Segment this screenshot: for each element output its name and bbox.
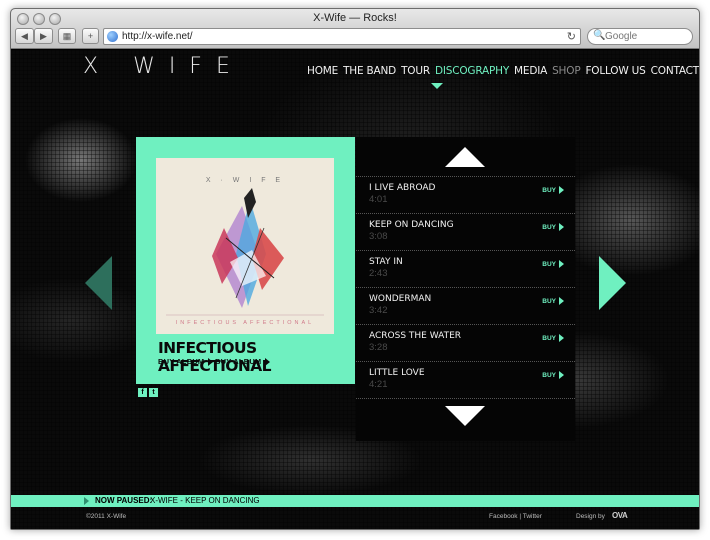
- audio-player-bar: NOW PAUSED: X-WIFE - KEEP ON DANCING: [11, 495, 699, 507]
- nav-discography[interactable]: DISCOGRAPHY: [435, 65, 509, 77]
- bookmarks-grid-button[interactable]: ▦: [58, 28, 76, 44]
- site-logo[interactable]: X WIFE: [83, 54, 244, 79]
- reload-icon[interactable]: ↻: [567, 30, 576, 43]
- facebook-share-icon[interactable]: f: [138, 388, 147, 397]
- buy-label: BUY: [542, 371, 556, 379]
- track-buy-button[interactable]: BUY: [542, 371, 564, 379]
- buy-album-label-2: BUY ALBUM: [215, 357, 262, 366]
- buy-arrow-icon: [559, 371, 564, 379]
- play-arrow-icon: [208, 357, 214, 366]
- track-row[interactable]: STAY IN 2:43 BUY: [356, 250, 575, 287]
- scroll-down-arrow-icon[interactable]: [445, 406, 485, 426]
- player-status: NOW PAUSED:: [95, 496, 153, 505]
- search-field[interactable]: 🔍: [587, 28, 693, 45]
- buy-album-button-2[interactable]: BUY ALBUM: [215, 357, 271, 366]
- nav-the-band[interactable]: THE BAND: [343, 65, 396, 77]
- track-row[interactable]: KEEP ON DANCING 3:08 BUY: [356, 213, 575, 250]
- track-duration: 3:42: [369, 305, 388, 316]
- album-card: X · W I F E INFECTIOUS AFFECTIONAL INFEC…: [136, 137, 355, 384]
- buy-label: BUY: [542, 297, 556, 305]
- buy-album-button-1[interactable]: BUY ALBUM: [158, 357, 214, 366]
- twitter-share-icon[interactable]: t: [149, 388, 158, 397]
- buy-arrow-icon: [559, 334, 564, 342]
- window-title: X-Wife — Rocks!: [313, 12, 397, 24]
- footer-copyright: ©2011 X-Wife: [86, 513, 127, 520]
- play-arrow-icon: [265, 357, 271, 366]
- designer-logo[interactable]: OVA: [612, 511, 628, 520]
- buy-arrow-icon: [559, 223, 564, 231]
- track-title: WONDERMAN: [369, 294, 432, 304]
- album-cover[interactable]: X · W I F E INFECTIOUS AFFECTIONAL: [156, 158, 334, 334]
- track-buy-button[interactable]: BUY: [542, 186, 564, 194]
- buy-arrow-icon: [559, 186, 564, 194]
- track-duration: 3:28: [369, 342, 388, 353]
- buy-label: BUY: [542, 260, 556, 268]
- track-list-panel: I LIVE ABROAD 4:01 BUY KEEP ON DANCING 3…: [356, 137, 575, 441]
- footer-social-links[interactable]: Facebook | Twitter: [489, 513, 542, 520]
- track-list: I LIVE ABROAD 4:01 BUY KEEP ON DANCING 3…: [356, 176, 575, 399]
- nav-media[interactable]: MEDIA: [514, 65, 547, 77]
- forward-arrow-icon: ▶: [40, 30, 47, 41]
- track-duration: 2:43: [369, 268, 388, 279]
- footer-design-credit: Design by: [576, 513, 605, 520]
- next-album-arrow-icon[interactable]: [599, 256, 626, 310]
- track-duration: 4:21: [369, 379, 388, 390]
- track-title: I LIVE ABROAD: [369, 183, 436, 193]
- forward-button[interactable]: ▶: [34, 28, 53, 44]
- search-input[interactable]: [605, 30, 689, 43]
- nav-follow-us[interactable]: FOLLOW US: [585, 65, 645, 77]
- buy-label: BUY: [542, 186, 556, 194]
- buy-arrow-icon: [559, 260, 564, 268]
- track-buy-button[interactable]: BUY: [542, 223, 564, 231]
- active-nav-indicator-icon: [431, 83, 443, 89]
- nav-contact[interactable]: CONTACT: [651, 65, 699, 77]
- track-title: ACROSS THE WATER: [369, 331, 462, 341]
- back-arrow-icon: ◀: [21, 30, 28, 41]
- previous-album-arrow-icon[interactable]: [85, 256, 112, 310]
- page-content: X WIFE HOME THE BAND TOUR DISCOGRAPHY ME…: [11, 50, 699, 529]
- search-icon: 🔍: [593, 30, 606, 41]
- track-row[interactable]: ACROSS THE WATER 3:28 BUY: [356, 324, 575, 361]
- plus-icon: +: [87, 31, 94, 41]
- address-bar[interactable]: http://x-wife.net/ ↻: [103, 28, 581, 45]
- track-row[interactable]: LITTLE LOVE 4:21 BUY: [356, 361, 575, 398]
- nav-tour[interactable]: TOUR: [401, 65, 430, 77]
- main-navigation: HOME THE BAND TOUR DISCOGRAPHY MEDIA SHO…: [307, 65, 699, 77]
- nav-shop[interactable]: SHOP: [552, 65, 581, 77]
- buy-label: BUY: [542, 223, 556, 231]
- cover-album-title: INFECTIOUS AFFECTIONAL: [175, 320, 315, 326]
- track-buy-button[interactable]: BUY: [542, 260, 564, 268]
- nav-home[interactable]: HOME: [307, 65, 338, 77]
- track-list-divider: [356, 398, 575, 399]
- play-icon[interactable]: [84, 497, 89, 505]
- track-row[interactable]: I LIVE ABROAD 4:01 BUY: [356, 176, 575, 213]
- buy-label: BUY: [542, 334, 556, 342]
- back-button[interactable]: ◀: [15, 28, 34, 44]
- buy-album-label-1: BUY ALBUM: [158, 357, 205, 366]
- globe-icon: [107, 31, 118, 42]
- track-title: LITTLE LOVE: [369, 368, 425, 378]
- add-bookmark-button[interactable]: +: [82, 28, 99, 44]
- track-duration: 4:01: [369, 194, 388, 205]
- track-duration: 3:08: [369, 231, 388, 242]
- browser-titlebar: X-Wife — Rocks! ◀ ▶ ▦ + http://x-wife.ne…: [11, 9, 699, 49]
- browser-window: X-Wife — Rocks! ◀ ▶ ▦ + http://x-wife.ne…: [10, 8, 700, 530]
- track-title: STAY IN: [369, 257, 403, 267]
- track-title: KEEP ON DANCING: [369, 220, 454, 230]
- buy-arrow-icon: [559, 297, 564, 305]
- cover-artwork-icon: [166, 188, 324, 316]
- url-text[interactable]: http://x-wife.net/: [122, 31, 193, 42]
- scroll-up-arrow-icon[interactable]: [445, 147, 485, 167]
- player-track: X-WIFE - KEEP ON DANCING: [150, 496, 260, 505]
- track-buy-button[interactable]: BUY: [542, 334, 564, 342]
- track-buy-button[interactable]: BUY: [542, 297, 564, 305]
- track-row[interactable]: WONDERMAN 3:42 BUY: [356, 287, 575, 324]
- grid-icon: ▦: [62, 30, 72, 41]
